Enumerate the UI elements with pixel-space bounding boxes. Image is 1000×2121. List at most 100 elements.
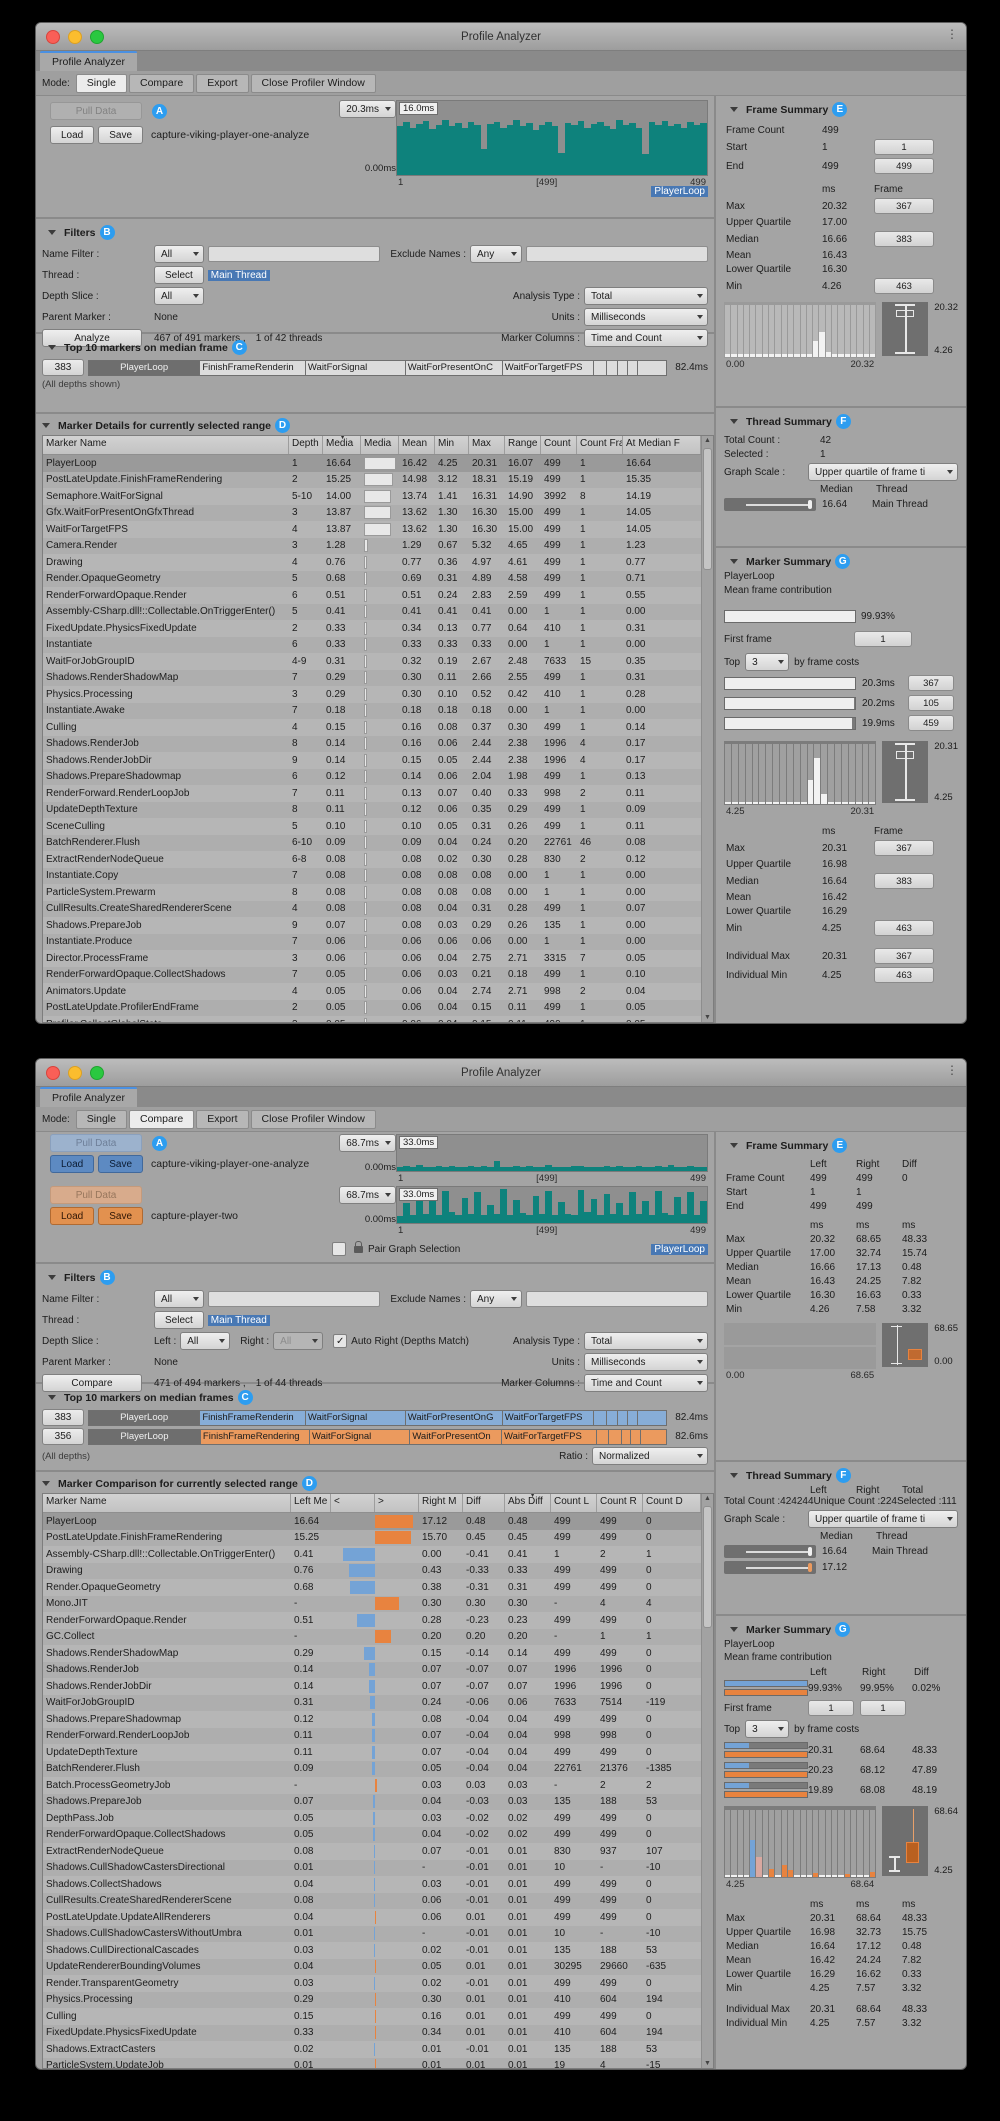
- name-filter-mode-dropdown[interactable]: All: [154, 245, 204, 263]
- table-row[interactable]: Shadows.PrepareJob90.070.080.030.290.261…: [43, 917, 701, 934]
- top10-segment[interactable]: [607, 1410, 618, 1426]
- table-row[interactable]: Semaphore.WaitForSignal5-1014.0013.741.4…: [43, 488, 701, 505]
- table-row[interactable]: RenderForwardOpaque.Render60.510.510.242…: [43, 587, 701, 604]
- thread-select-button[interactable]: Select: [154, 1311, 204, 1329]
- table-row[interactable]: RenderForwardOpaque.Render0.510.28-0.230…: [43, 1612, 701, 1629]
- frame-time-graph[interactable]: 33.0ms: [396, 1134, 708, 1172]
- top10-segment[interactable]: [618, 1410, 628, 1426]
- table-row[interactable]: CullResults.CreateSharedRendererScene0.0…: [43, 1893, 701, 1910]
- table-row[interactable]: RenderForward.RenderLoopJob70.110.130.07…: [43, 785, 701, 802]
- frame-jump-button[interactable]: 367: [874, 198, 934, 214]
- pull-data-button[interactable]: Pull Data: [50, 1186, 142, 1204]
- column-header[interactable]: Count L: [551, 1494, 597, 1512]
- table-row[interactable]: Physics.Processing30.290.300.100.520.424…: [43, 686, 701, 703]
- table-row[interactable]: SceneCulling50.100.100.050.310.2649910.1…: [43, 818, 701, 835]
- foldout-icon[interactable]: [48, 345, 56, 350]
- frame-time-graph[interactable]: 33.0ms: [396, 1186, 708, 1224]
- thread-bar-row[interactable]: 16.64Main Thread: [724, 498, 958, 511]
- top10-segment[interactable]: [638, 360, 667, 376]
- exclude-mode-dropdown[interactable]: Any: [470, 1290, 522, 1308]
- exclude-mode-dropdown[interactable]: Any: [470, 245, 522, 263]
- frame-jump-button[interactable]: 499: [874, 158, 934, 174]
- column-header[interactable]: >: [375, 1494, 419, 1512]
- top10-segment[interactable]: [594, 1410, 607, 1426]
- save-button[interactable]: Save: [98, 1207, 143, 1225]
- marker-histogram[interactable]: [724, 741, 876, 805]
- top10-bar[interactable]: PlayerLoopFinishFrameRenderinWaitForSign…: [88, 360, 667, 376]
- column-header[interactable]: Marker Name: [43, 436, 289, 454]
- table-row[interactable]: Shadows.RenderJob80.140.160.062.442.3819…: [43, 736, 701, 753]
- table-row[interactable]: RenderForwardOpaque.CollectShadows0.050.…: [43, 1827, 701, 1844]
- top10-segment[interactable]: WaitForPresentOn: [410, 1429, 502, 1445]
- column-header[interactable]: Mean: [399, 436, 435, 454]
- table-row[interactable]: Physics.Processing0.290.300.010.01410604…: [43, 1992, 701, 2009]
- frame-jump-button[interactable]: 367: [874, 840, 934, 856]
- column-header[interactable]: At Median F: [623, 436, 701, 454]
- analysis-type-dropdown[interactable]: Total: [584, 287, 708, 305]
- tab-profile-analyzer[interactable]: Profile Analyzer: [40, 1087, 137, 1107]
- name-filter-input[interactable]: [208, 246, 380, 262]
- table-row[interactable]: Shadows.RenderJobDir90.140.150.052.442.3…: [43, 752, 701, 769]
- first-frame-left-button[interactable]: 1: [808, 1700, 854, 1716]
- top10-segment[interactable]: [609, 1429, 622, 1445]
- table-row[interactable]: Drawing40.760.770.364.974.6149910.77: [43, 554, 701, 571]
- mode-export-button[interactable]: Export: [196, 1110, 248, 1129]
- table-row[interactable]: Instantiate.Awake70.180.180.180.180.0011…: [43, 703, 701, 720]
- table-row[interactable]: FixedUpdate.PhysicsFixedUpdate0.330.340.…: [43, 2025, 701, 2042]
- table-row[interactable]: Shadows.CullDirectionalCascades0.030.02-…: [43, 1942, 701, 1959]
- table-row[interactable]: Shadows.RenderJobDir0.140.07-0.070.07199…: [43, 1678, 701, 1695]
- frame-jump-button[interactable]: 463: [874, 278, 934, 294]
- foldout-icon[interactable]: [48, 1275, 56, 1280]
- thread-bar-row[interactable]: 16.64Main Thread: [724, 1545, 958, 1558]
- table-row[interactable]: UpdateDepthTexture0.110.07-0.040.0449949…: [43, 1744, 701, 1761]
- table-row[interactable]: PostLateUpdate.FinishFrameRendering215.2…: [43, 472, 701, 489]
- top10-segment[interactable]: FinishFrameRenderin: [200, 360, 306, 376]
- table-row[interactable]: Batch.ProcessGeometryJob-0.030.030.03-22: [43, 1777, 701, 1794]
- table-row[interactable]: Render.OpaqueGeometry50.680.690.314.894.…: [43, 571, 701, 588]
- frame-jump-button[interactable]: 1: [874, 139, 934, 155]
- top10-segment[interactable]: FinishFrameRendering: [201, 1429, 310, 1445]
- table-row[interactable]: UpdateDepthTexture80.110.120.060.350.294…: [43, 802, 701, 819]
- name-filter-input[interactable]: [208, 1291, 380, 1307]
- close-profiler-window-button[interactable]: Close Profiler Window: [251, 1110, 376, 1129]
- table-row[interactable]: Shadows.RenderJob0.140.07-0.070.07199619…: [43, 1662, 701, 1679]
- table-row[interactable]: DepthPass.Job0.050.03-0.020.024994990: [43, 1810, 701, 1827]
- table-row[interactable]: Instantiate.Produce70.060.060.060.060.00…: [43, 934, 701, 951]
- top10-segment[interactable]: [597, 1429, 609, 1445]
- title-bar[interactable]: Profile Analyzer ⋮: [36, 1059, 966, 1087]
- column-header[interactable]: <: [331, 1494, 375, 1512]
- selected-marker-tag[interactable]: PlayerLoop: [651, 1244, 708, 1255]
- column-header[interactable]: Count D: [643, 1494, 701, 1512]
- thread-select-button[interactable]: Select: [154, 266, 204, 284]
- close-profiler-window-button[interactable]: Close Profiler Window: [251, 74, 376, 93]
- table-row[interactable]: Shadows.RenderShadowMap0.290.15-0.140.14…: [43, 1645, 701, 1662]
- foldout-icon[interactable]: [42, 1481, 50, 1486]
- frame-jump-button[interactable]: 383: [874, 873, 934, 889]
- table-row[interactable]: Shadows.CullShadowCastersWithoutUmbra0.0…: [43, 1926, 701, 1943]
- table-row[interactable]: Shadows.RenderShadowMap70.290.300.112.66…: [43, 670, 701, 687]
- frame-jump-button[interactable]: 463: [874, 967, 934, 983]
- table-row[interactable]: PlayerLoop16.6417.120.480.484994990: [43, 1513, 701, 1530]
- table-row[interactable]: Gfx.WaitForPresentOnGfxThread313.8713.62…: [43, 505, 701, 522]
- table-row[interactable]: Profiler.CollectGlobalStats30.050.060.04…: [43, 1016, 701, 1022]
- table-row[interactable]: Animators.Update40.050.060.042.742.71998…: [43, 983, 701, 1000]
- top10-segment[interactable]: [607, 360, 618, 376]
- frame-jump-button[interactable]: 459: [908, 715, 954, 731]
- top10-bar[interactable]: PlayerLoopFinishFrameRenderingWaitForSig…: [88, 1429, 667, 1445]
- graph-scale-dropdown[interactable]: Upper quartile of frame ti: [808, 463, 958, 481]
- column-header[interactable]: Right M: [419, 1494, 463, 1512]
- frame-jump-button[interactable]: 105: [908, 695, 954, 711]
- title-bar[interactable]: Profile Analyzer ⋮: [36, 23, 966, 51]
- table-row[interactable]: Assembly-CSharp.dll!::Collectable.OnTrig…: [43, 604, 701, 621]
- top10-segment[interactable]: [594, 360, 607, 376]
- range-dropdown[interactable]: 68.7ms: [339, 1186, 396, 1204]
- top10-segment[interactable]: [618, 360, 628, 376]
- mode-export-button[interactable]: Export: [196, 74, 248, 93]
- column-header[interactable]: Min: [435, 436, 469, 454]
- table-row[interactable]: Camera.Render31.281.290.675.324.6549911.…: [43, 538, 701, 555]
- column-header[interactable]: Range: [505, 436, 541, 454]
- range-dropdown[interactable]: 20.3ms: [339, 100, 396, 118]
- top10-segment[interactable]: FinishFrameRenderin: [200, 1410, 306, 1426]
- kebab-menu-icon[interactable]: ⋮: [946, 27, 958, 41]
- first-frame-right-button[interactable]: 1: [860, 1700, 906, 1716]
